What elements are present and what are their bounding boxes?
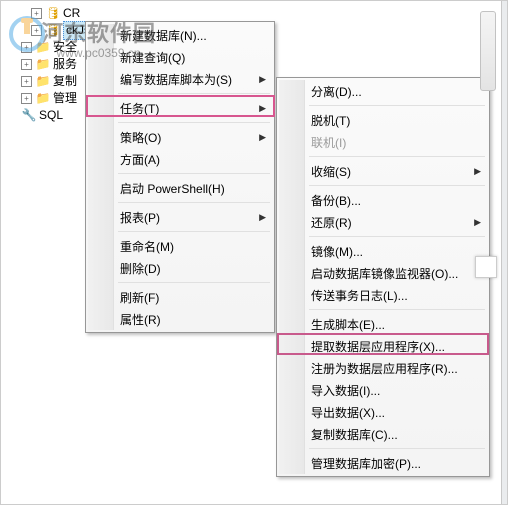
menu-item-backup[interactable]: 备份(B)...	[279, 189, 487, 211]
menu-label: 刷新(F)	[120, 289, 159, 306]
menu-item-reports[interactable]: 报表(P) ▶	[88, 206, 272, 228]
menu-label: 编写数据库脚本为(S)	[120, 71, 232, 88]
menu-label: 任务(T)	[120, 100, 159, 117]
menu-label: 新建查询(Q)	[120, 49, 185, 66]
tree-label: SQL	[39, 107, 63, 124]
menu-separator	[309, 185, 485, 186]
submenu-arrow-icon: ▶	[259, 103, 266, 114]
plus-icon[interactable]: +	[21, 93, 32, 104]
menu-separator	[118, 173, 270, 174]
menu-label: 属性(R)	[120, 311, 161, 328]
menu-label: 管理数据库加密(P)...	[311, 455, 421, 472]
menu-item-rename[interactable]: 重命名(M)	[88, 235, 272, 257]
menu-label: 删除(D)	[120, 260, 161, 277]
menu-item-ship-log[interactable]: 传送事务日志(L)...	[279, 284, 487, 306]
menu-item-policies[interactable]: 策略(O) ▶	[88, 126, 272, 148]
tree-item-cr[interactable]: + 🛢 CR	[31, 5, 507, 22]
database-icon: 🛢	[45, 23, 61, 39]
menu-item-refresh[interactable]: 刷新(F)	[88, 286, 272, 308]
menu-label: 提取数据层应用程序(X)...	[311, 338, 445, 355]
menu-separator	[309, 309, 485, 310]
folder-icon: 📁	[35, 57, 51, 73]
panel-divider[interactable]	[501, 1, 507, 504]
menu-item-extract-dtapp[interactable]: 提取数据层应用程序(X)...	[279, 335, 487, 357]
menu-label: 脱机(T)	[311, 112, 350, 129]
menu-item-shrink[interactable]: 收缩(S) ▶	[279, 160, 487, 182]
tree-label: 服务	[53, 56, 77, 73]
plus-icon[interactable]: +	[21, 59, 32, 70]
plus-icon[interactable]: +	[31, 25, 42, 36]
menu-label: 备份(B)...	[311, 192, 361, 209]
menu-item-delete[interactable]: 删除(D)	[88, 257, 272, 279]
menu-label: 收缩(S)	[311, 163, 351, 180]
menu-label: 复制数据库(C)...	[311, 426, 398, 443]
scrollbar[interactable]	[480, 11, 496, 91]
menu-item-tasks[interactable]: 任务(T) ▶	[88, 97, 272, 119]
menu-item-properties[interactable]: 属性(R)	[88, 308, 272, 330]
tree-label: 管理	[53, 90, 77, 107]
plus-icon[interactable]: +	[31, 8, 42, 19]
submenu-arrow-icon: ▶	[259, 74, 266, 85]
tree-label: 安全	[53, 39, 77, 56]
menu-label: 策略(O)	[120, 129, 161, 146]
folder-icon: 📁	[35, 74, 51, 90]
page-curl-decoration	[475, 256, 497, 278]
menu-item-generate-scripts[interactable]: 生成脚本(E)...	[279, 313, 487, 335]
menu-item-restore[interactable]: 还原(R) ▶	[279, 211, 487, 233]
menu-separator	[309, 105, 485, 106]
folder-icon: 📁	[35, 40, 51, 56]
menu-label: 注册为数据层应用程序(R)...	[311, 360, 458, 377]
menu-separator	[309, 448, 485, 449]
menu-separator	[118, 231, 270, 232]
menu-separator	[118, 122, 270, 123]
database-icon: 🛢	[45, 6, 61, 22]
menu-label: 报表(P)	[120, 209, 160, 226]
menu-separator	[309, 236, 485, 237]
menu-item-manage-encryption[interactable]: 管理数据库加密(P)...	[279, 452, 487, 474]
menu-item-register-dtapp[interactable]: 注册为数据层应用程序(R)...	[279, 357, 487, 379]
menu-item-facets[interactable]: 方面(A)	[88, 148, 272, 170]
menu-label: 导入数据(I)...	[311, 382, 380, 399]
tree-label: 复制	[53, 73, 77, 90]
sql-agent-icon: 🔧	[21, 108, 37, 124]
menu-label: 启动数据库镜像监视器(O)...	[311, 265, 458, 282]
menu-label: 还原(R)	[311, 214, 352, 231]
menu-label: 新建数据库(N)...	[120, 27, 207, 44]
plus-icon[interactable]: +	[21, 76, 32, 87]
tree-label: CR	[63, 5, 80, 22]
menu-label: 分离(D)...	[311, 83, 362, 100]
menu-item-new-query[interactable]: 新建查询(Q)	[88, 46, 272, 68]
submenu-arrow-icon: ▶	[474, 217, 481, 228]
menu-label: 传送事务日志(L)...	[311, 287, 408, 304]
plus-icon[interactable]: +	[21, 42, 32, 53]
menu-label: 方面(A)	[120, 151, 160, 168]
menu-item-launch-mirror-monitor[interactable]: 启动数据库镜像监视器(O)...	[279, 262, 487, 284]
menu-item-powershell[interactable]: 启动 PowerShell(H)	[88, 177, 272, 199]
menu-separator	[118, 202, 270, 203]
menu-label: 镜像(M)...	[311, 243, 363, 260]
menu-item-mirror[interactable]: 镜像(M)...	[279, 240, 487, 262]
menu-item-new-db[interactable]: 新建数据库(N)...	[88, 24, 272, 46]
menu-item-script-db-as[interactable]: 编写数据库脚本为(S) ▶	[88, 68, 272, 90]
menu-separator	[309, 156, 485, 157]
submenu-arrow-icon: ▶	[259, 132, 266, 143]
submenu-tasks[interactable]: 分离(D)... 脱机(T) 联机(I) 收缩(S) ▶ 备份(B)... 还原(…	[276, 77, 490, 477]
menu-label: 导出数据(X)...	[311, 404, 385, 421]
folder-icon: 📁	[35, 91, 51, 107]
context-menu-database[interactable]: 新建数据库(N)... 新建查询(Q) 编写数据库脚本为(S)▶ 任务(T)▶ …	[85, 21, 275, 333]
menu-item-offline[interactable]: 脱机(T)	[279, 109, 487, 131]
menu-separator	[118, 93, 270, 94]
menu-label: 启动 PowerShell(H)	[120, 180, 225, 197]
menu-item-detach[interactable]: 分离(D)...	[279, 80, 487, 102]
menu-item-copy-db[interactable]: 复制数据库(C)...	[279, 423, 487, 445]
submenu-arrow-icon: ▶	[474, 166, 481, 177]
menu-item-import-data[interactable]: 导入数据(I)...	[279, 379, 487, 401]
menu-label: 联机(I)	[311, 134, 346, 151]
menu-label: 重命名(M)	[120, 238, 174, 255]
menu-label: 生成脚本(E)...	[311, 316, 385, 333]
menu-separator	[118, 282, 270, 283]
menu-item-online: 联机(I)	[279, 131, 487, 153]
menu-item-export-data[interactable]: 导出数据(X)...	[279, 401, 487, 423]
submenu-arrow-icon: ▶	[259, 212, 266, 223]
